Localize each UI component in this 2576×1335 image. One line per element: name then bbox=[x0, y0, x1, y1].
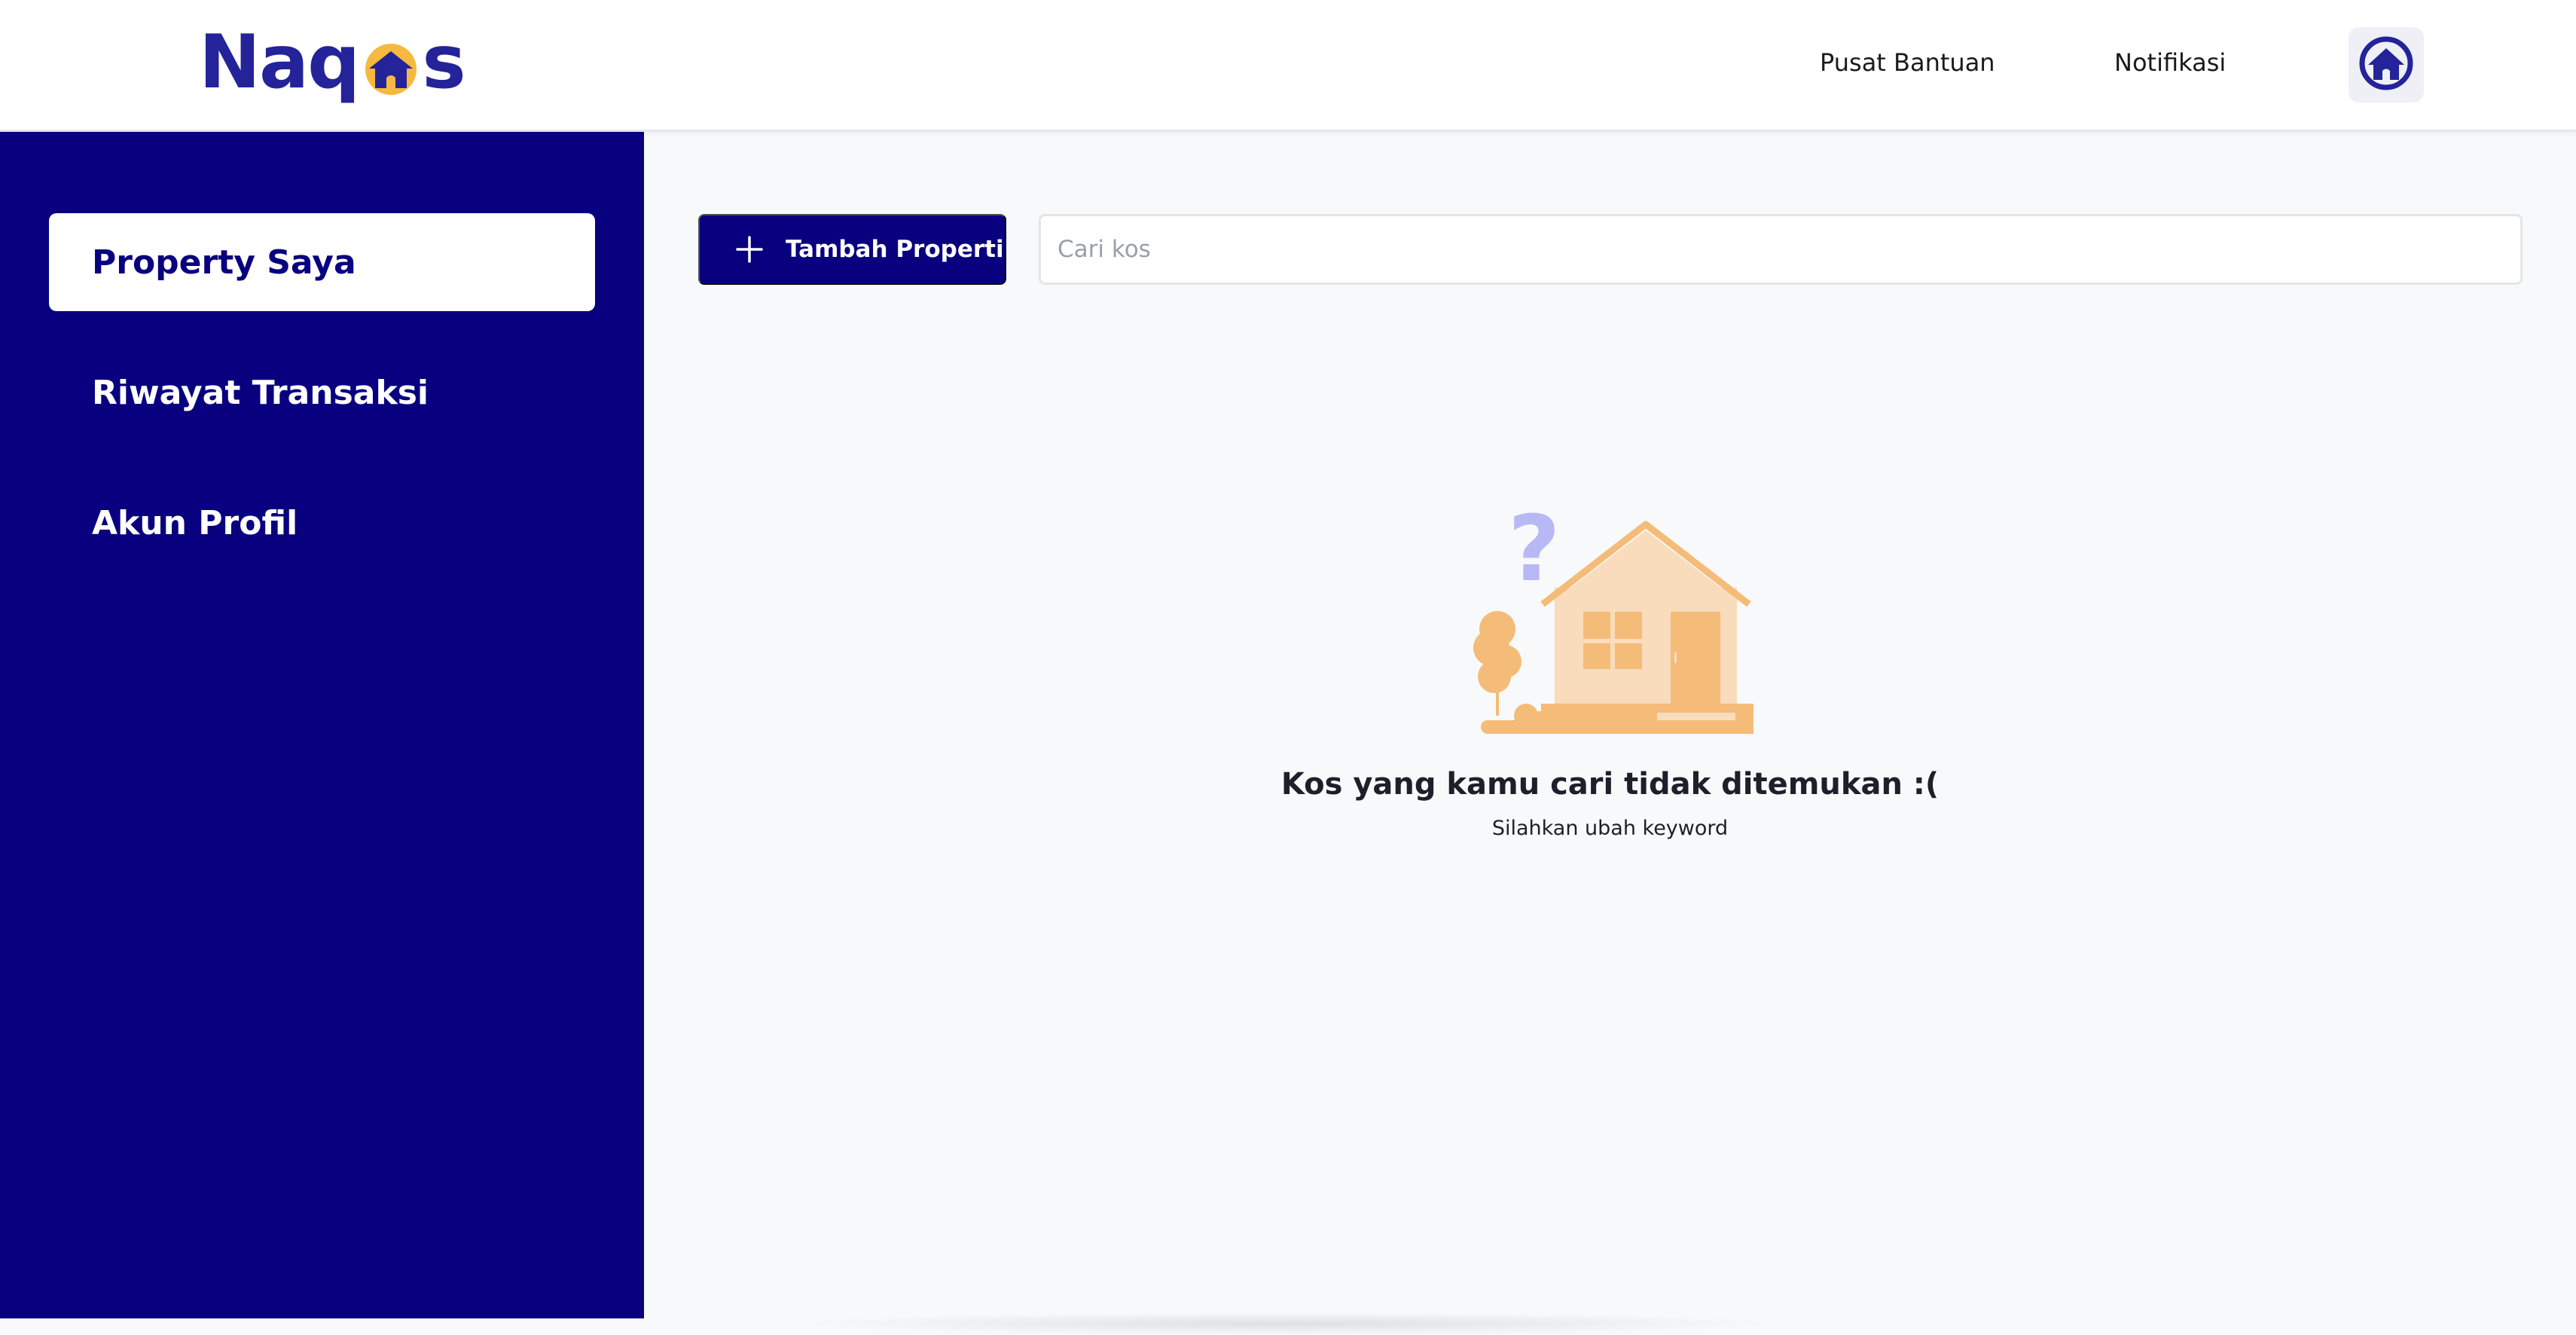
sidebar-item-property-saya[interactable]: Property Saya bbox=[49, 213, 595, 311]
notifications-link[interactable]: Notifikasi bbox=[2114, 48, 2226, 77]
search-input[interactable] bbox=[1039, 214, 2523, 285]
home-avatar-icon bbox=[2358, 35, 2415, 95]
sidebar-item-riwayat-transaksi[interactable]: Riwayat Transaksi bbox=[49, 344, 595, 441]
empty-state-title: Kos yang kamu cari tidak ditemukan :( bbox=[1280, 767, 1940, 802]
empty-state-subtitle: Silahkan ubah keyword bbox=[1491, 817, 1729, 840]
sidebar-item-akun-profil[interactable]: Akun Profil bbox=[49, 474, 595, 572]
plus-icon bbox=[734, 234, 765, 264]
add-property-button[interactable]: Tambah Properti bbox=[698, 214, 1006, 285]
profile-avatar-button[interactable] bbox=[2349, 27, 2424, 102]
bottom-shadow bbox=[783, 1312, 1793, 1335]
sidebar: Property Saya Riwayat Transaksi Akun Pro… bbox=[0, 132, 644, 1318]
house-question-illustration: ? bbox=[1464, 497, 1755, 738]
help-center-link[interactable]: Pusat Bantuan bbox=[1820, 48, 1995, 77]
logo-text-left: Naq bbox=[199, 20, 360, 105]
brand-logo[interactable]: Naq s bbox=[199, 20, 466, 105]
add-property-label: Tambah Properti bbox=[786, 236, 1004, 263]
house-in-circle-icon bbox=[362, 35, 420, 95]
svg-text:?: ? bbox=[1508, 497, 1561, 602]
top-header: Naq s Pusat Bantuan Notifikasi bbox=[0, 0, 2576, 132]
logo-text-right: s bbox=[422, 20, 465, 105]
